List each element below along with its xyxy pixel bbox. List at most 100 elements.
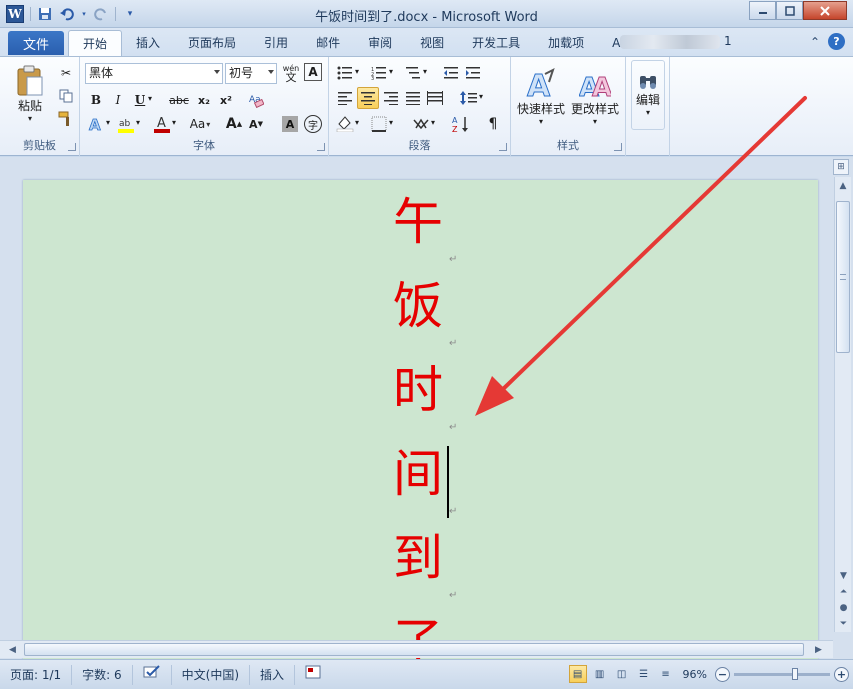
word-count[interactable]: 字数: 6 bbox=[72, 664, 133, 685]
full-screen-reading-icon[interactable]: ▥ bbox=[591, 665, 609, 683]
scroll-up-icon[interactable]: ▲ bbox=[835, 177, 851, 194]
clipboard-launcher-icon[interactable] bbox=[68, 143, 76, 151]
styles-launcher-icon[interactable] bbox=[614, 143, 622, 151]
quick-styles-button[interactable]: A 快速样式 ▾ bbox=[515, 61, 567, 133]
change-styles-button[interactable]: AA 更改样式 ▾ bbox=[569, 61, 621, 133]
tab-view[interactable]: 视图 bbox=[406, 30, 458, 56]
font-color-dropdown-icon[interactable]: ▾ bbox=[172, 118, 176, 127]
view-ruler-icon[interactable]: ⊞ bbox=[833, 159, 849, 175]
outline-view-icon[interactable]: ☰ bbox=[635, 665, 653, 683]
vertical-scrollbar[interactable]: ▲ ▼ ⏶ ● ⏷ bbox=[834, 177, 851, 632]
font-color-icon[interactable]: A bbox=[152, 114, 172, 134]
align-right-icon[interactable] bbox=[381, 88, 401, 108]
document-char[interactable]: 到 ↵ bbox=[393, 528, 473, 612]
minimize-ribbon-icon[interactable]: ⌃ bbox=[810, 35, 820, 49]
maximize-button[interactable] bbox=[776, 1, 803, 20]
language-indicator[interactable]: 中文(中国) bbox=[172, 664, 251, 685]
shrink-font-button[interactable]: A ▼ bbox=[246, 114, 266, 134]
numbering-dropdown-icon[interactable]: ▾ bbox=[389, 67, 393, 76]
zoom-slider-thumb[interactable] bbox=[792, 667, 798, 680]
scroll-down-icon[interactable]: ▼ bbox=[835, 568, 852, 584]
font-launcher-icon[interactable] bbox=[317, 143, 325, 151]
tab-developer[interactable]: 开发工具 bbox=[458, 30, 534, 56]
next-page-icon[interactable]: ⏷ bbox=[835, 616, 852, 632]
horizontal-scroll-thumb[interactable] bbox=[24, 643, 804, 656]
draft-view-icon[interactable]: ≡ bbox=[657, 665, 675, 683]
align-left-icon[interactable] bbox=[335, 88, 355, 108]
font-size-combo[interactable]: 初号 bbox=[225, 63, 277, 84]
superscript-button[interactable]: x² bbox=[216, 90, 236, 110]
web-layout-icon[interactable]: ◫ bbox=[613, 665, 631, 683]
horizontal-scrollbar[interactable]: ◀ ▶ bbox=[0, 640, 833, 658]
line-spacing-dropdown-icon[interactable]: ▾ bbox=[479, 92, 483, 101]
change-case-button[interactable]: Aa ▾ bbox=[186, 114, 214, 134]
sort-icon[interactable]: AZ bbox=[451, 114, 471, 134]
clear-formatting-icon[interactable]: Aa bbox=[246, 90, 266, 110]
browse-object-icon[interactable]: ● bbox=[835, 600, 852, 616]
document-page[interactable]: 午 ↵ 饭 ↵ 时 ↵ 间 ↵ 到 ↵ 了 bbox=[23, 180, 818, 659]
decrease-indent-icon[interactable] bbox=[441, 63, 461, 83]
copy-icon[interactable] bbox=[56, 86, 76, 106]
chevron-down-icon[interactable] bbox=[214, 70, 220, 74]
help-icon[interactable]: ? bbox=[828, 33, 845, 50]
bold-button[interactable]: B bbox=[86, 90, 106, 110]
tab-home[interactable]: 开始 bbox=[68, 30, 123, 56]
tab-addins[interactable]: 加载项 bbox=[534, 30, 598, 56]
editing-button[interactable]: 编辑 ▾ bbox=[631, 60, 665, 130]
previous-page-icon[interactable]: ⏶ bbox=[835, 584, 852, 600]
tab-page-layout[interactable]: 页面布局 bbox=[174, 30, 250, 56]
increase-indent-icon[interactable] bbox=[463, 63, 483, 83]
italic-button[interactable]: I bbox=[108, 90, 128, 110]
borders-dropdown-icon[interactable]: ▾ bbox=[389, 118, 393, 127]
minimize-button[interactable] bbox=[749, 1, 776, 20]
scroll-left-icon[interactable]: ◀ bbox=[4, 641, 21, 658]
document-char[interactable]: 饭 ↵ bbox=[393, 276, 473, 360]
highlight-icon[interactable]: ab bbox=[116, 114, 136, 134]
zoom-in-icon[interactable]: + bbox=[834, 666, 849, 682]
bullets-dropdown-icon[interactable]: ▾ bbox=[355, 67, 359, 76]
insert-mode[interactable]: 插入 bbox=[250, 664, 296, 685]
subscript-button[interactable]: x₂ bbox=[194, 90, 214, 110]
tab-insert[interactable]: 插入 bbox=[122, 30, 174, 56]
font-name-combo[interactable]: 黑体 bbox=[85, 63, 223, 84]
format-painter-icon[interactable] bbox=[56, 109, 76, 129]
text-effects-dropdown-icon[interactable]: ▾ bbox=[106, 118, 110, 127]
document-char[interactable]: 间 ↵ bbox=[393, 444, 473, 528]
character-shading-icon[interactable]: A bbox=[282, 116, 298, 132]
pinyin-guide-button[interactable]: wén 文 bbox=[280, 62, 302, 84]
zoom-out-icon[interactable]: − bbox=[715, 666, 730, 682]
strikethrough-button[interactable]: abc bbox=[166, 90, 192, 110]
chinese-layout-dropdown-icon[interactable]: ▾ bbox=[431, 118, 435, 127]
zoom-level[interactable]: 96% bbox=[683, 668, 707, 681]
multilevel-dropdown-icon[interactable]: ▾ bbox=[423, 67, 427, 76]
enclose-characters-icon[interactable]: 字 bbox=[304, 115, 322, 133]
tab-file[interactable]: 文件 bbox=[8, 31, 64, 55]
chevron-down-icon[interactable] bbox=[268, 70, 274, 74]
line-spacing-icon[interactable] bbox=[459, 88, 479, 108]
tab-mailings[interactable]: 邮件 bbox=[302, 30, 354, 56]
zoom-slider[interactable] bbox=[734, 667, 830, 680]
align-center-icon[interactable] bbox=[357, 87, 379, 109]
character-border-button[interactable]: A bbox=[304, 63, 322, 81]
shading-icon[interactable] bbox=[335, 113, 355, 133]
text-effects-icon[interactable]: A bbox=[86, 114, 106, 134]
show-marks-icon[interactable]: ¶ bbox=[483, 114, 503, 134]
tab-references[interactable]: 引用 bbox=[250, 30, 302, 56]
document-char[interactable]: 午 ↵ bbox=[393, 192, 473, 276]
vertical-scroll-thumb[interactable] bbox=[836, 201, 850, 353]
underline-dropdown-icon[interactable]: ▾ bbox=[148, 94, 152, 103]
tab-review[interactable]: 审阅 bbox=[354, 30, 406, 56]
borders-icon[interactable] bbox=[369, 114, 389, 134]
paste-dropdown-icon[interactable]: ▾ bbox=[28, 114, 32, 123]
shading-dropdown-icon[interactable]: ▾ bbox=[355, 118, 359, 127]
underline-button[interactable]: U bbox=[130, 90, 150, 110]
cut-icon[interactable]: ✂ bbox=[56, 63, 76, 83]
paragraph-launcher-icon[interactable] bbox=[499, 143, 507, 151]
page-count[interactable]: 页面: 1/1 bbox=[0, 664, 73, 685]
paste-button[interactable]: 粘贴 ▾ bbox=[10, 61, 50, 127]
proofing-icon[interactable] bbox=[133, 664, 172, 685]
multilevel-list-icon[interactable] bbox=[403, 63, 423, 83]
print-layout-view-icon[interactable]: ▤ bbox=[568, 665, 587, 683]
distributed-icon[interactable] bbox=[425, 88, 445, 108]
justify-icon[interactable] bbox=[403, 88, 423, 108]
